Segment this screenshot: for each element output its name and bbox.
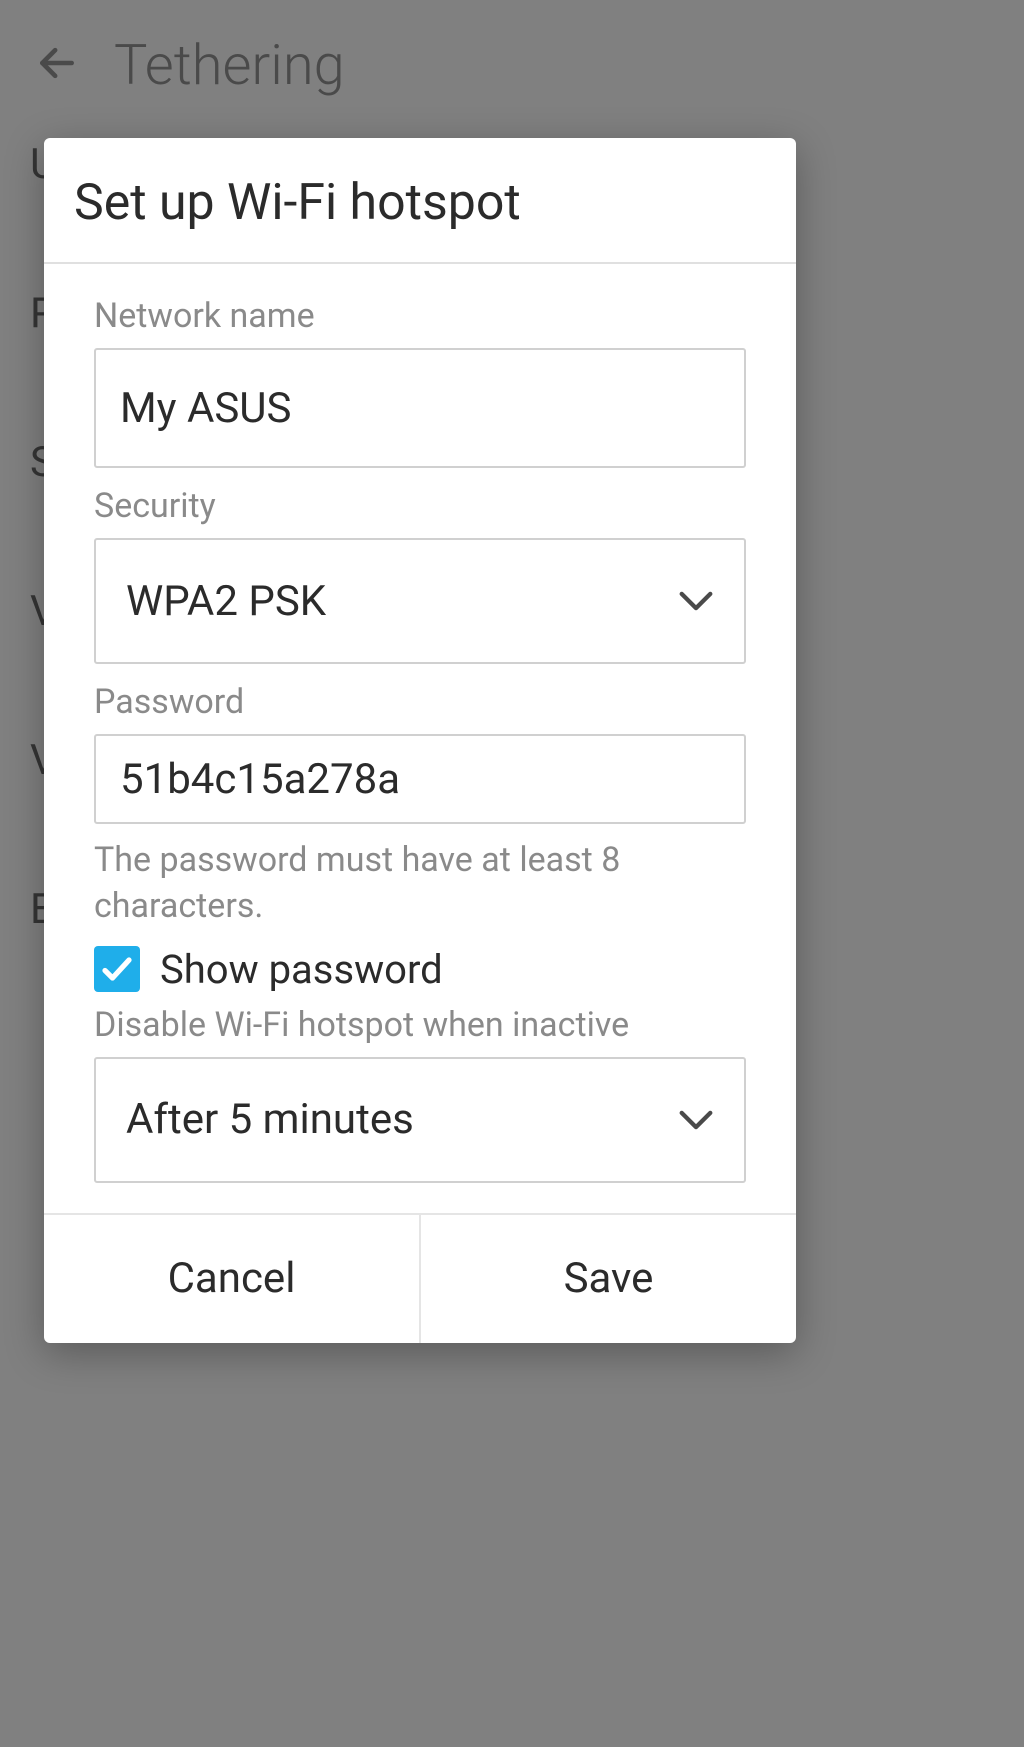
network-name-label: Network name xyxy=(94,296,746,336)
security-label: Security xyxy=(94,486,746,526)
hotspot-dialog: Set up Wi-Fi hotspot Network name Securi… xyxy=(44,138,796,1343)
dialog-body: Network name Security WPA2 PSK Password … xyxy=(44,264,796,1213)
show-password-checkbox[interactable] xyxy=(94,946,140,992)
chevron-down-icon xyxy=(678,591,714,611)
chevron-down-icon xyxy=(678,1110,714,1130)
cancel-button[interactable]: Cancel xyxy=(44,1215,419,1343)
password-input[interactable] xyxy=(94,734,746,824)
disable-hotspot-value: After 5 minutes xyxy=(126,1095,414,1144)
save-button[interactable]: Save xyxy=(421,1215,796,1343)
show-password-row[interactable]: Show password xyxy=(94,946,746,993)
arrow-left-icon xyxy=(35,41,79,85)
show-password-label: Show password xyxy=(160,946,443,993)
dialog-actions: Cancel Save xyxy=(44,1213,796,1343)
disable-hotspot-label: Disable Wi-Fi hotspot when inactive xyxy=(94,1005,746,1045)
back-button[interactable] xyxy=(35,41,114,89)
page-header: Tethering xyxy=(0,0,1024,130)
page-title: Tethering xyxy=(114,32,345,98)
security-select[interactable]: WPA2 PSK xyxy=(94,538,746,664)
check-icon xyxy=(99,951,135,987)
network-name-input[interactable] xyxy=(94,348,746,468)
dialog-title: Set up Wi-Fi hotspot xyxy=(44,138,796,264)
disable-hotspot-select[interactable]: After 5 minutes xyxy=(94,1057,746,1183)
password-label: Password xyxy=(94,682,746,722)
security-value: WPA2 PSK xyxy=(126,577,326,626)
password-helper: The password must have at least 8 charac… xyxy=(94,838,746,930)
